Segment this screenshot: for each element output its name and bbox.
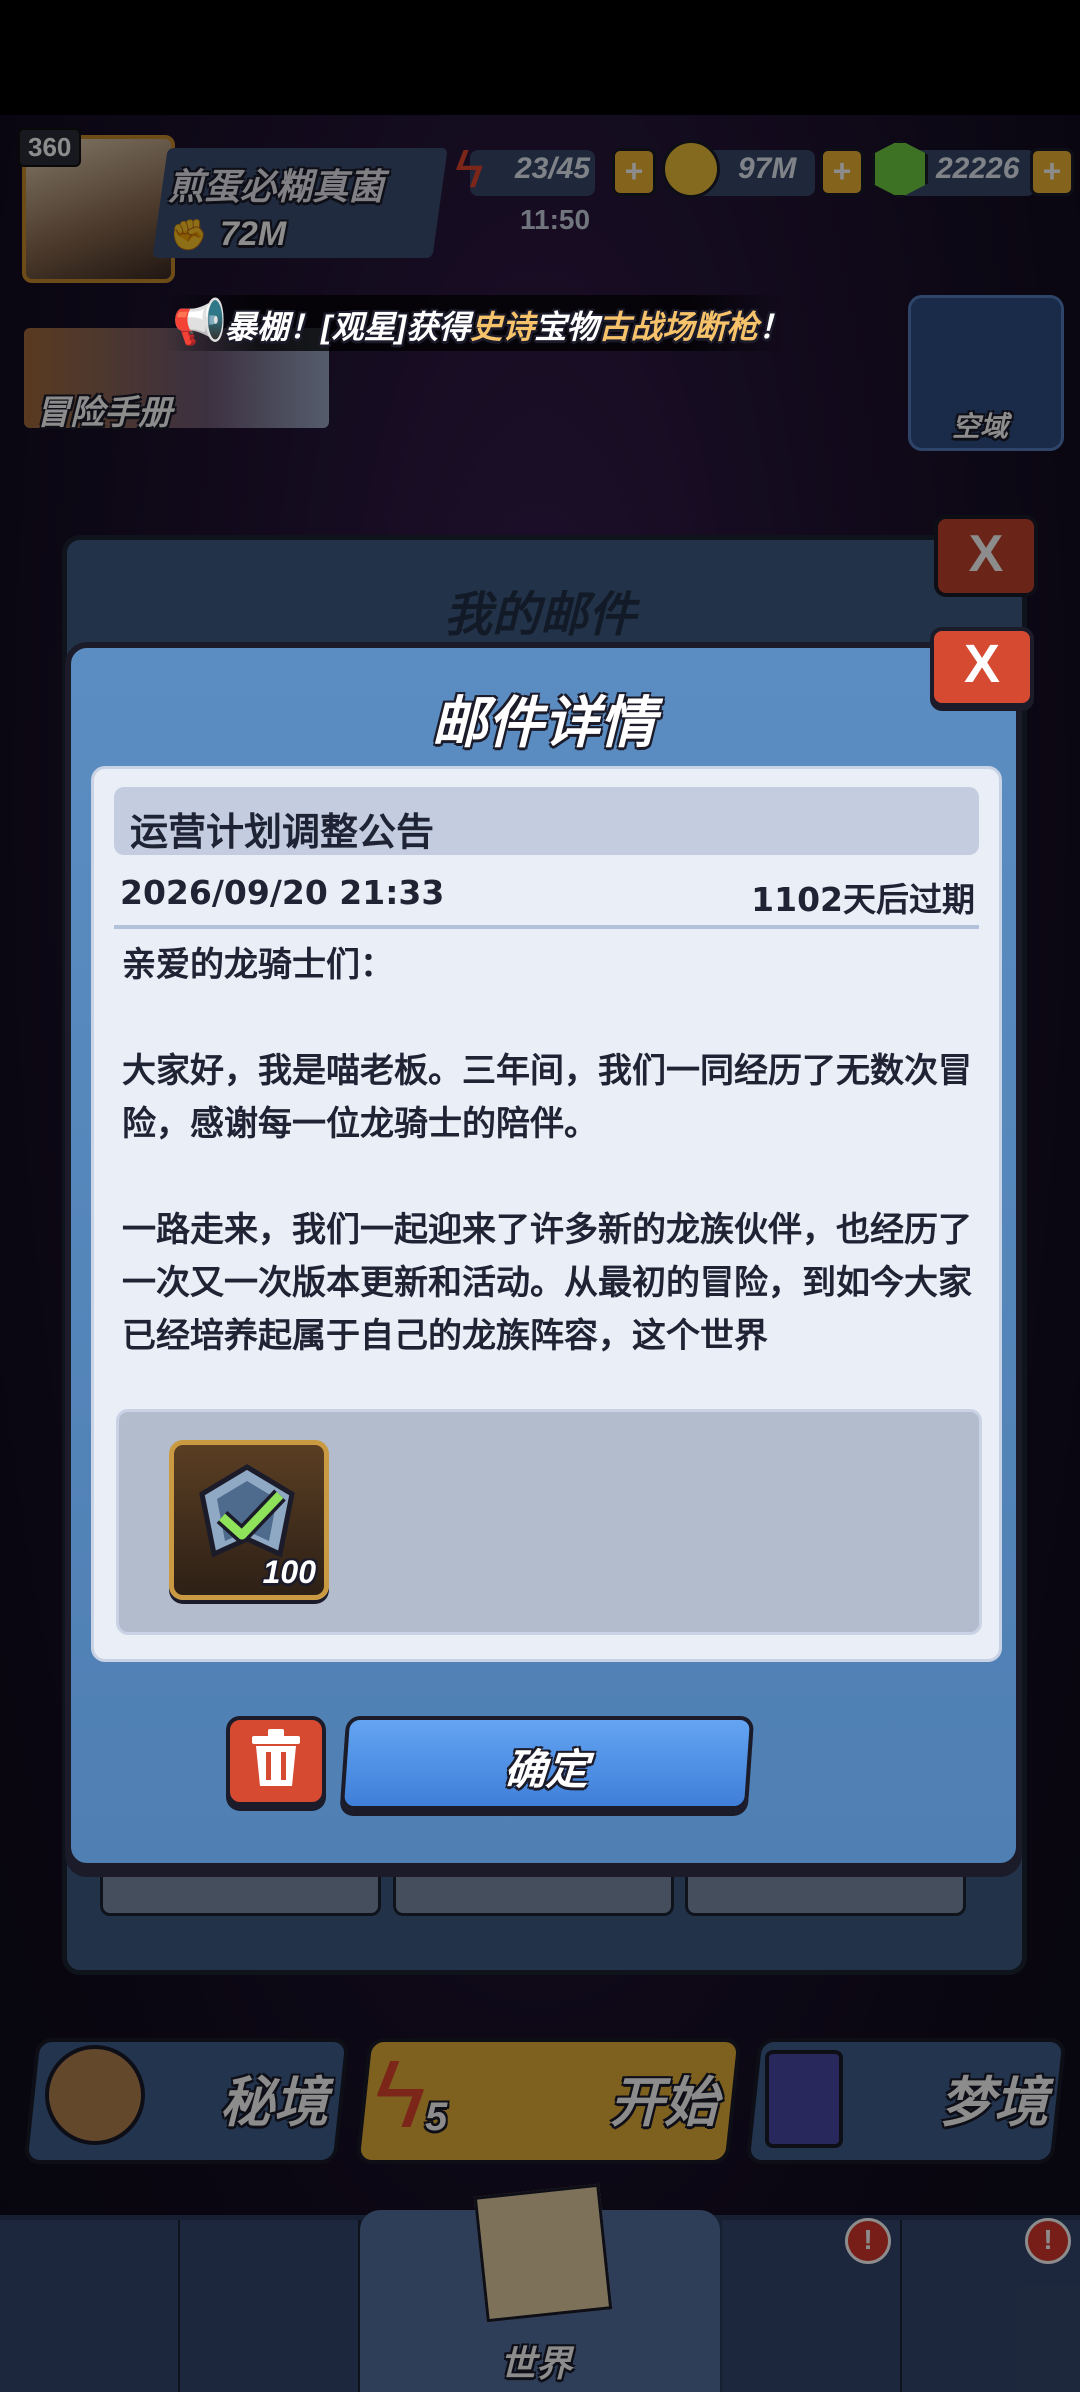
broadcast-text: 暴棚！[观星]获得史诗宝物古战场断枪！	[225, 309, 791, 345]
silver-check-crest-icon	[199, 1464, 295, 1558]
mail-content-card: 运营计划调整公告 2026/09/20 21:33 1102天后过期 亲爱的龙骑…	[91, 766, 1002, 1662]
delete-mail-button[interactable]	[226, 1716, 326, 1806]
mail-subject: 运营计划调整公告	[130, 810, 435, 854]
attachment-quantity: 100	[262, 1554, 316, 1590]
mail-detail-dialog: 邮件详情 运营计划调整公告 2026/09/20 21:33 1102天后过期 …	[65, 642, 1022, 1869]
mail-detail-title: 邮件详情	[431, 691, 656, 754]
mail-paragraph: 大家好，我是喵老板。三年间，我们一同经历了无数次冒险，感谢每一位龙骑士的陪伴。	[122, 1051, 972, 1144]
megaphone-icon: 📢	[172, 298, 227, 347]
mail-body[interactable]: 亲爱的龙骑士们： 大家好，我是喵老板。三年间，我们一同经历了无数次冒险，感谢每一…	[122, 939, 972, 1359]
confirm-button[interactable]: 确定	[339, 1716, 755, 1810]
confirm-label: 确定	[502, 1746, 591, 1793]
trash-icon	[252, 1729, 300, 1786]
divider	[114, 925, 979, 929]
mail-detail-close-button[interactable]: X	[930, 627, 1034, 707]
mail-paragraph: 亲爱的龙骑士们：	[122, 945, 394, 985]
mail-expiry: 1102天后过期	[751, 880, 975, 919]
attachment-item[interactable]: 100	[169, 1440, 329, 1600]
mail-date: 2026/09/20 21:33	[120, 873, 445, 912]
attachment-area: 100	[116, 1409, 982, 1635]
mail-paragraph: 一路走来，我们一起迎来了许多新的龙族伙伴，也经历了一次又一次版本更新和活动。从最…	[122, 1210, 972, 1356]
